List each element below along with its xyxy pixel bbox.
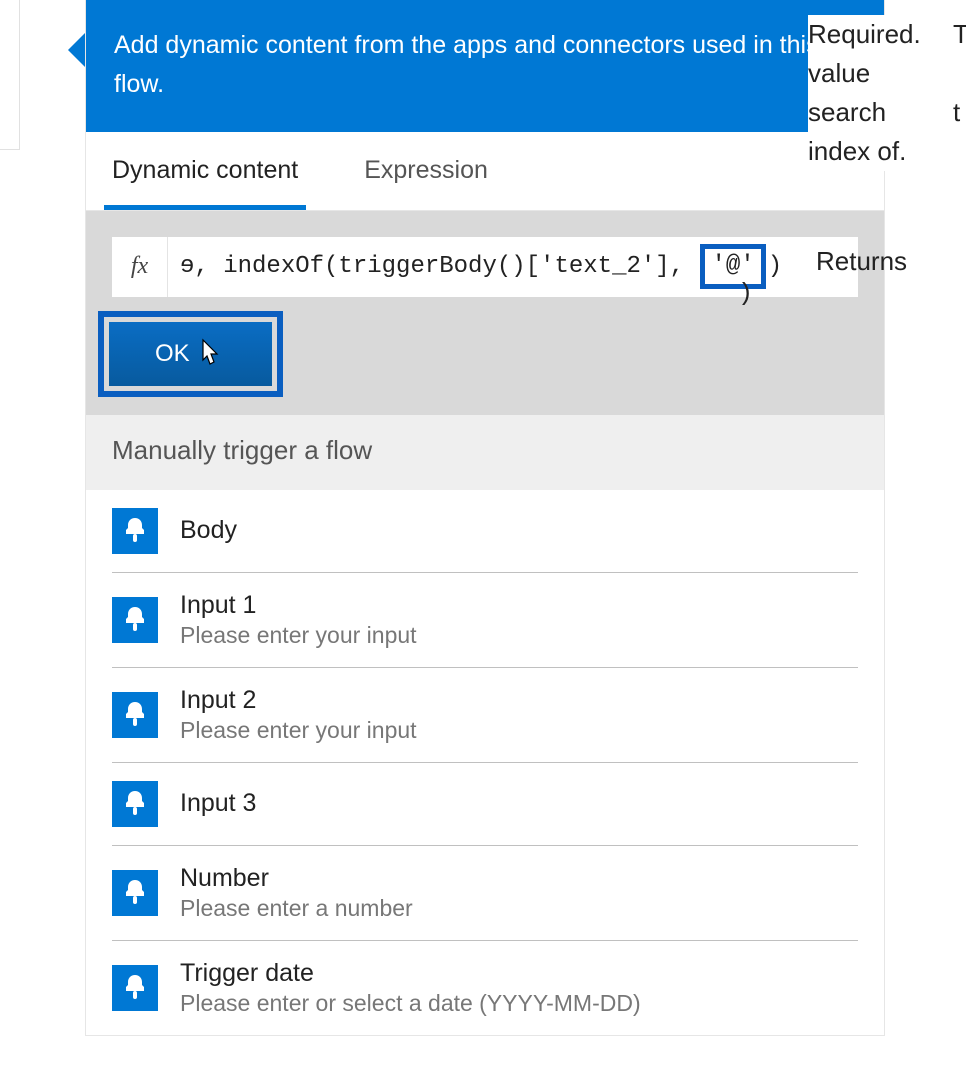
ok-button-highlight: OK [98, 311, 283, 397]
trigger-icon [112, 692, 158, 738]
tooltip-line: search [808, 97, 886, 127]
tooltip-returns: Returns [816, 242, 907, 272]
list-item[interactable]: Input 3 [112, 763, 858, 846]
tab-dynamic-label: Dynamic content [112, 156, 298, 184]
list-item-desc: Please enter your input [180, 717, 417, 744]
ok-button[interactable]: OK [109, 322, 272, 386]
expression-input[interactable]: ɘ, indexOf(triggerBody()['text_2'], '@') [168, 237, 858, 297]
fx-icon: fx [112, 237, 168, 297]
list-item-title: Input 1 [180, 591, 417, 620]
list-item-desc: Please enter your input [180, 622, 417, 649]
list-item-text: Trigger date Please enter or select a da… [180, 959, 641, 1017]
trigger-icon [112, 870, 158, 916]
tooltip-line: index of. [808, 136, 906, 166]
list-item-title: Trigger date [180, 959, 641, 988]
trigger-icon [112, 781, 158, 827]
list-item-text: Input 3 [180, 789, 256, 818]
list-item-text: Body [180, 516, 237, 545]
expression-highlight-at: '@' [700, 244, 765, 288]
panel-banner: Add dynamic content from the apps and co… [86, 0, 884, 132]
trigger-icon [112, 508, 158, 554]
parameter-tooltip: Required. T value searcht index of. Retu… [808, 15, 966, 171]
dynamic-content-panel: Add dynamic content from the apps and co… [85, 0, 885, 1036]
tab-expression-label: Expression [364, 156, 488, 184]
list-item-title: Input 3 [180, 789, 256, 818]
list-item-desc: Please enter or select a date (YYYY-MM-D… [180, 990, 641, 1017]
ok-button-label: OK [155, 340, 190, 368]
list-item-text: Input 1 Please enter your input [180, 591, 417, 649]
list-item-desc: Please enter a number [180, 895, 413, 922]
list-item-text: Number Please enter a number [180, 864, 413, 922]
trigger-icon [112, 597, 158, 643]
expression-text-left: ɘ, indexOf(triggerBody()['text_2'], [180, 253, 698, 280]
tooltip-line: T [953, 15, 966, 54]
expression-overflow-paren: ) [738, 275, 753, 313]
list-item[interactable]: Body [112, 490, 858, 573]
tooltip-line: value [808, 58, 870, 88]
tab-expression[interactable]: Expression [356, 132, 496, 210]
list-item[interactable]: Input 1 Please enter your input [112, 573, 858, 668]
list-item-text: Input 2 Please enter your input [180, 686, 417, 744]
trigger-section-title: Manually trigger a flow [112, 435, 372, 465]
dynamic-content-list: Body Input 1 Please enter your input Inp… [86, 490, 884, 1035]
list-item-title: Input 2 [180, 686, 417, 715]
list-item-title: Number [180, 864, 413, 893]
tab-strip: Dynamic content Expression [86, 132, 884, 211]
tooltip-line: t [953, 93, 960, 132]
list-item[interactable]: Trigger date Please enter or select a da… [112, 941, 858, 1035]
cursor-pointer-icon [194, 336, 226, 372]
list-item-title: Body [180, 516, 237, 545]
background-card-fragment [0, 0, 20, 150]
tooltip-line: Required. [808, 19, 921, 49]
expression-text-right: ) [768, 253, 782, 280]
list-item[interactable]: Number Please enter a number [112, 846, 858, 941]
banner-text: Add dynamic content from the apps and co… [114, 31, 819, 98]
list-item[interactable]: Input 2 Please enter your input [112, 668, 858, 763]
tab-dynamic-content[interactable]: Dynamic content [104, 132, 306, 210]
trigger-section-header: Manually trigger a flow [86, 415, 884, 490]
expression-editor-area: fx ɘ, indexOf(triggerBody()['text_2'], '… [86, 211, 884, 415]
trigger-icon [112, 965, 158, 1011]
